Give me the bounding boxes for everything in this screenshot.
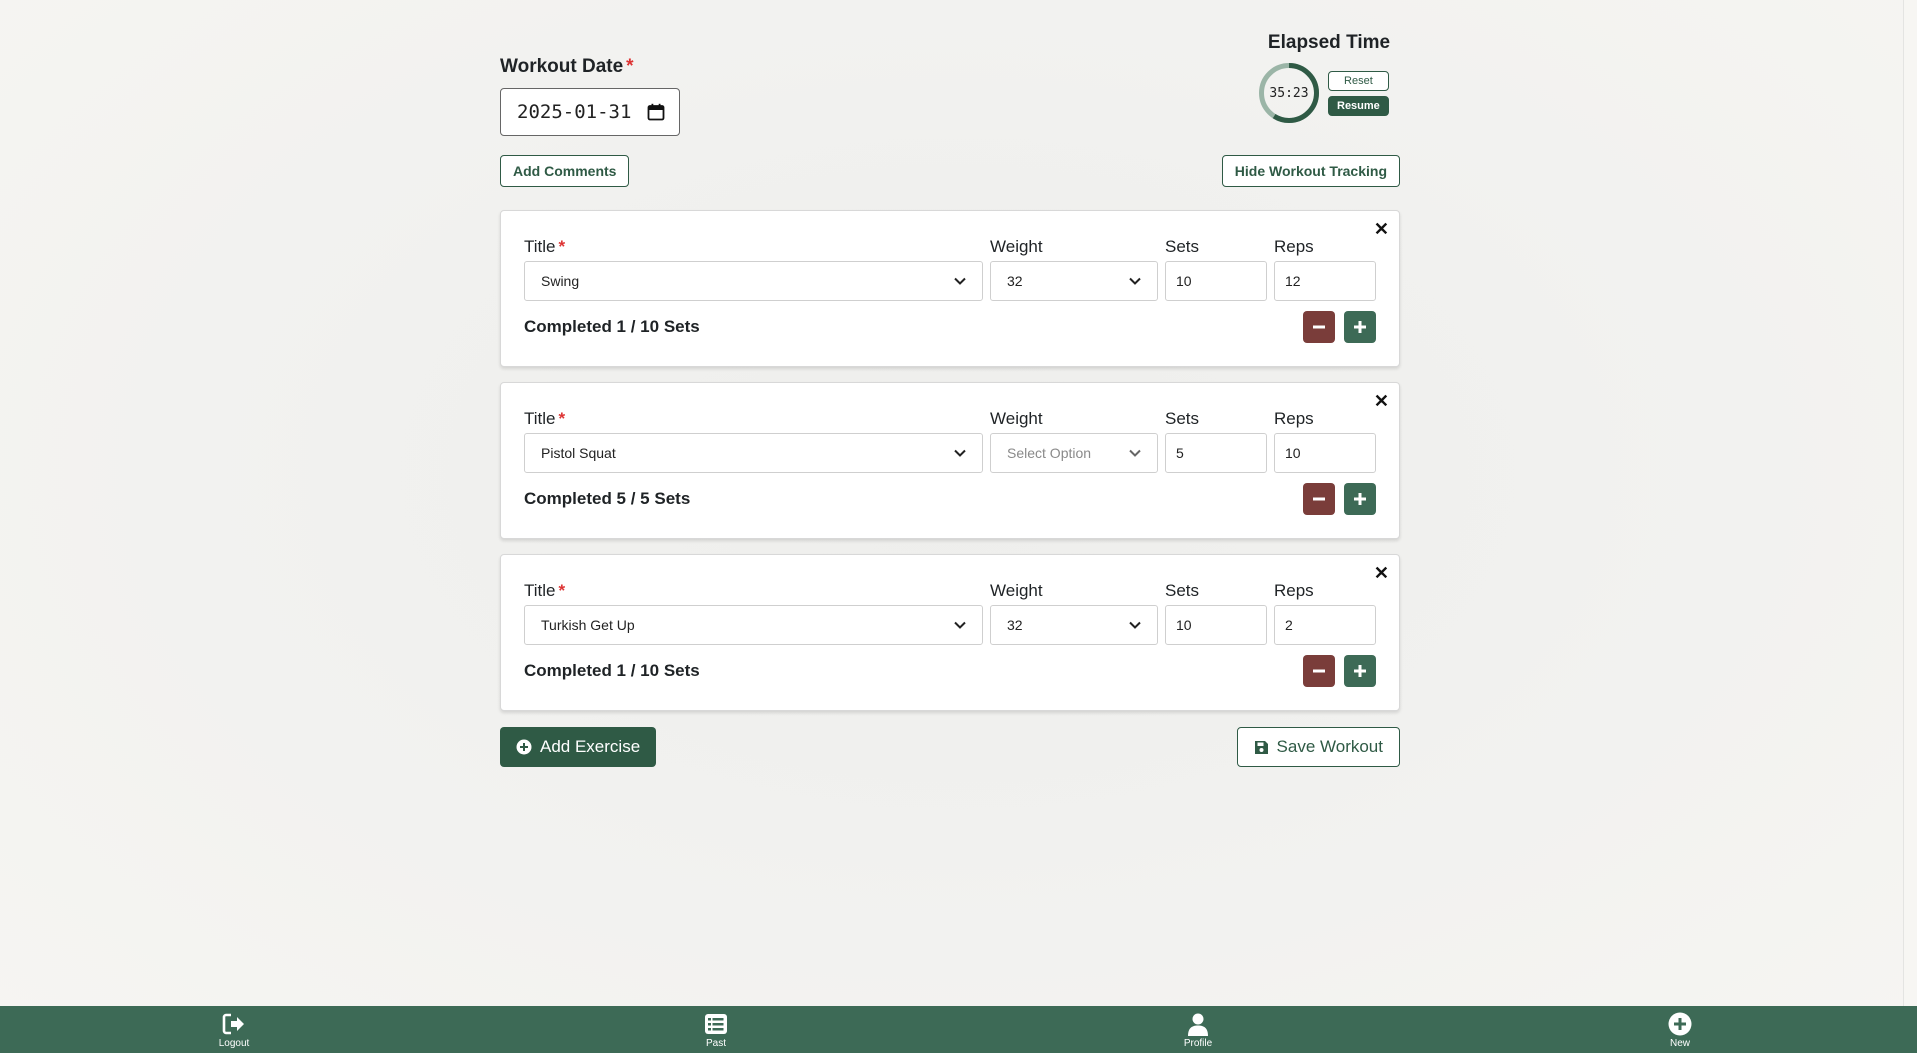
floppy-disk-icon — [1254, 740, 1268, 754]
chevron-down-icon — [954, 449, 966, 457]
weight-select-value: 32 — [1007, 617, 1023, 633]
workout-date-value: 2025-01-31 — [517, 101, 632, 123]
remove-exercise-icon[interactable]: ✕ — [1374, 391, 1389, 412]
elapsed-time-title: Elapsed Time — [1267, 32, 1391, 53]
decrement-set-button[interactable] — [1303, 655, 1335, 687]
completed-sets-text: Completed 1 / 10 Sets — [524, 661, 700, 680]
sets-label: Sets — [1165, 409, 1200, 428]
weight-select[interactable]: 32 — [990, 261, 1158, 301]
chevron-down-icon — [954, 621, 966, 629]
nav-profile-label: Profile — [1183, 1038, 1213, 1049]
date-block: Workout Date * 2025-01-31 — [500, 56, 680, 136]
remove-exercise-icon[interactable]: ✕ — [1374, 219, 1389, 240]
reps-input[interactable]: 2 — [1274, 605, 1376, 645]
weight-label: Weight — [990, 409, 1043, 428]
workout-date-label: Workout Date — [500, 56, 624, 77]
reps-label: Reps — [1274, 409, 1314, 428]
minus-icon — [1313, 669, 1325, 673]
chevron-down-icon — [1129, 621, 1141, 629]
weight-select-value: 32 — [1007, 273, 1023, 289]
plus-circle-icon — [1668, 1012, 1692, 1036]
save-workout-label: Save Workout — [1276, 737, 1383, 756]
timer-value: 35:23 — [1269, 85, 1309, 101]
sets-input[interactable]: 5 — [1165, 433, 1267, 473]
minus-icon — [1313, 325, 1325, 329]
sets-input[interactable]: 10 — [1165, 605, 1267, 645]
weight-label: Weight — [990, 237, 1043, 256]
reps-input[interactable]: 12 — [1274, 261, 1376, 301]
calendar-icon[interactable] — [647, 103, 665, 121]
save-workout-button[interactable]: Save Workout — [1236, 727, 1400, 767]
weight-select[interactable]: Select Option — [990, 433, 1158, 473]
plus-icon — [1354, 665, 1366, 677]
chevron-down-icon — [1129, 277, 1141, 285]
required-mark: * — [558, 409, 566, 428]
title-select-value: Pistol Squat — [541, 445, 616, 461]
sets-input[interactable]: 10 — [1165, 261, 1267, 301]
workout-date-input[interactable]: 2025-01-31 — [500, 88, 680, 136]
chevron-down-icon — [954, 277, 966, 285]
completed-sets-text: Completed 1 / 10 Sets — [524, 317, 700, 336]
add-exercise-label: Add Exercise — [540, 737, 641, 756]
sets-label: Sets — [1165, 581, 1200, 600]
increment-set-button[interactable] — [1344, 655, 1376, 687]
required-mark: * — [558, 237, 566, 256]
exercise-card: ✕ Title * Turkish Get Up Weight 32 Sets 1… — [500, 554, 1400, 711]
sets-label: Sets — [1165, 237, 1200, 256]
nav-logout[interactable]: Logout — [204, 1012, 264, 1049]
title-select[interactable]: Pistol Squat — [524, 433, 983, 473]
nav-new[interactable]: New — [1650, 1012, 1710, 1049]
list-icon — [705, 1014, 727, 1034]
user-icon — [1188, 1013, 1208, 1036]
nav-profile[interactable]: Profile — [1168, 1012, 1228, 1049]
bottom-nav: Logout Past Profile New — [0, 1006, 1917, 1053]
title-label: Title — [524, 409, 556, 428]
required-mark: * — [558, 581, 566, 600]
minus-icon — [1313, 497, 1325, 501]
weight-label: Weight — [990, 581, 1043, 600]
reps-input[interactable]: 10 — [1274, 433, 1376, 473]
add-exercise-button[interactable]: Add Exercise — [500, 727, 657, 767]
nav-new-label: New — [1669, 1038, 1690, 1049]
title-label: Title — [524, 581, 556, 600]
title-select[interactable]: Swing — [524, 261, 983, 301]
weight-select-placeholder: Select Option — [1007, 445, 1092, 461]
plus-icon — [1354, 493, 1366, 505]
reset-button[interactable]: Reset — [1328, 70, 1389, 91]
decrement-set-button[interactable] — [1303, 311, 1335, 343]
reps-label: Reps — [1274, 581, 1314, 600]
decrement-set-button[interactable] — [1303, 483, 1335, 515]
remove-exercise-icon[interactable]: ✕ — [1374, 563, 1389, 584]
reps-label: Reps — [1274, 237, 1314, 256]
title-label: Title — [524, 237, 556, 256]
logout-icon — [222, 1013, 244, 1035]
resume-button[interactable]: Resume — [1328, 95, 1389, 116]
title-select[interactable]: Turkish Get Up — [524, 605, 983, 645]
plus-icon — [1354, 321, 1366, 333]
exercise-card: ✕ Title * Swing Weight 32 Sets 10 Reps 12… — [500, 210, 1400, 367]
exercise-card: ✕ Title * Pistol Squat Weight Select Opti… — [500, 382, 1400, 539]
chevron-down-icon — [1129, 449, 1141, 457]
scrollbar[interactable] — [1903, 0, 1917, 1006]
hide-workout-tracking-button[interactable]: Hide Workout Tracking — [1221, 155, 1400, 187]
nav-logout-label: Logout — [218, 1038, 250, 1049]
timer-ring: 35:23 — [1258, 62, 1320, 124]
required-mark: * — [626, 56, 634, 77]
nav-past-label: Past — [705, 1038, 726, 1049]
weight-select[interactable]: 32 — [990, 605, 1158, 645]
title-select-value: Turkish Get Up — [541, 617, 635, 633]
plus-circle-icon — [516, 739, 532, 755]
completed-sets-text: Completed 5 / 5 Sets — [524, 489, 691, 508]
nav-past[interactable]: Past — [686, 1012, 746, 1049]
increment-set-button[interactable] — [1344, 483, 1376, 515]
title-select-value: Swing — [541, 273, 580, 289]
increment-set-button[interactable] — [1344, 311, 1376, 343]
elapsed-time-block: Elapsed Time 35:23 Reset Resume — [1259, 32, 1400, 124]
add-comments-button[interactable]: Add Comments — [500, 155, 630, 187]
